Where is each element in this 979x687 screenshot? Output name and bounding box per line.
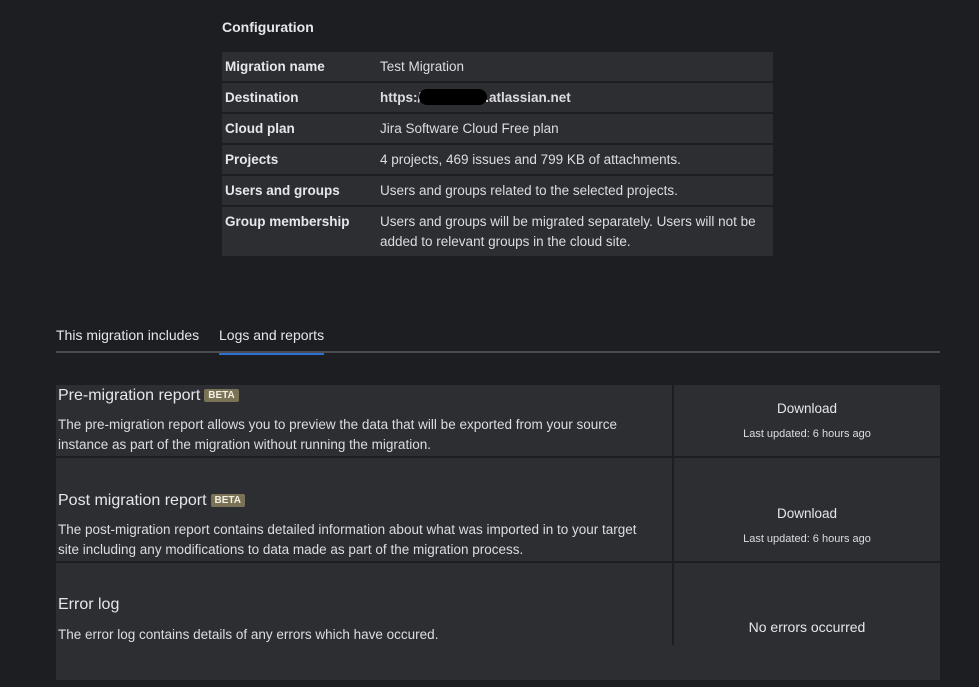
report-info: Post migration report BETA The post-migra… — [56, 458, 674, 561]
destination-prefix: https:/ — [380, 90, 422, 105]
error-log-row: Error log The error log contains details… — [56, 563, 940, 645]
report-title: Pre-migration report BETA — [58, 387, 239, 405]
report-actions: No errors occurred — [674, 563, 940, 645]
configuration-title: Configuration — [222, 19, 314, 35]
report-title-text: Post migration report — [58, 492, 207, 509]
config-value: Test Migration — [374, 52, 773, 81]
config-label: Users and groups — [222, 176, 374, 205]
config-label: Projects — [222, 145, 374, 174]
config-row-group-membership: Group membership Users and groups will b… — [222, 207, 773, 256]
reports-panel: Pre-migration report BETA The pre-migrati… — [56, 385, 940, 680]
tab-this-migration-includes[interactable]: This migration includes — [56, 327, 199, 349]
config-row-cloud-plan: Cloud plan Jira Software Cloud Free plan — [222, 114, 773, 143]
report-title-text: Pre-migration report — [58, 387, 201, 404]
last-updated: Last updated: 6 hours ago — [743, 428, 871, 440]
config-value: https:/ .atlassian.net — [374, 83, 773, 112]
tab-bar: This migration includes Logs and reports — [56, 323, 940, 355]
tab-logs-and-reports[interactable]: Logs and reports — [219, 327, 325, 355]
config-row-users-groups: Users and groups Users and groups relate… — [222, 176, 773, 205]
config-row-migration-name: Migration name Test Migration — [222, 52, 773, 81]
report-actions: Download Last updated: 6 hours ago — [674, 385, 940, 456]
post-migration-report-row: Post migration report BETA The post-migra… — [56, 458, 940, 563]
report-title: Post migration report BETA — [58, 492, 245, 510]
report-description: The pre-migration report allows you to p… — [58, 417, 618, 452]
config-row-destination: Destination https:/ .atlassian.net — [222, 83, 773, 112]
config-label: Destination — [222, 83, 374, 112]
error-status: No errors occurred — [748, 619, 866, 635]
report-description: The post-migration report contains detai… — [58, 522, 637, 557]
redaction-mark — [419, 89, 488, 105]
panel-footer — [56, 647, 940, 680]
report-actions: Download Last updated: 6 hours ago — [674, 458, 940, 561]
config-row-projects: Projects 4 projects, 469 issues and 799 … — [222, 145, 773, 174]
config-label: Cloud plan — [222, 114, 374, 143]
pre-migration-report-row: Pre-migration report BETA The pre-migrati… — [56, 385, 940, 458]
destination-suffix: .atlassian.net — [485, 90, 571, 105]
config-label: Group membership — [222, 207, 374, 256]
report-title: Error log — [58, 596, 120, 613]
configuration-table: Migration name Test Migration Destinatio… — [222, 50, 773, 258]
download-button[interactable]: Download — [674, 401, 940, 416]
config-value: Users and groups will be migrated separa… — [374, 207, 773, 256]
config-value: 4 projects, 469 issues and 799 KB of att… — [374, 145, 773, 174]
report-description: The error log contains details of any er… — [58, 627, 439, 642]
beta-badge: BETA — [204, 389, 239, 402]
config-label: Migration name — [222, 52, 374, 81]
last-updated: Last updated: 6 hours ago — [743, 533, 871, 545]
report-info: Pre-migration report BETA The pre-migrati… — [56, 385, 674, 456]
download-button[interactable]: Download — [674, 506, 940, 521]
config-value: Users and groups related to the selected… — [374, 176, 773, 205]
beta-badge: BETA — [210, 494, 245, 507]
config-value: Jira Software Cloud Free plan — [374, 114, 773, 143]
report-info: Error log The error log contains details… — [56, 563, 674, 645]
